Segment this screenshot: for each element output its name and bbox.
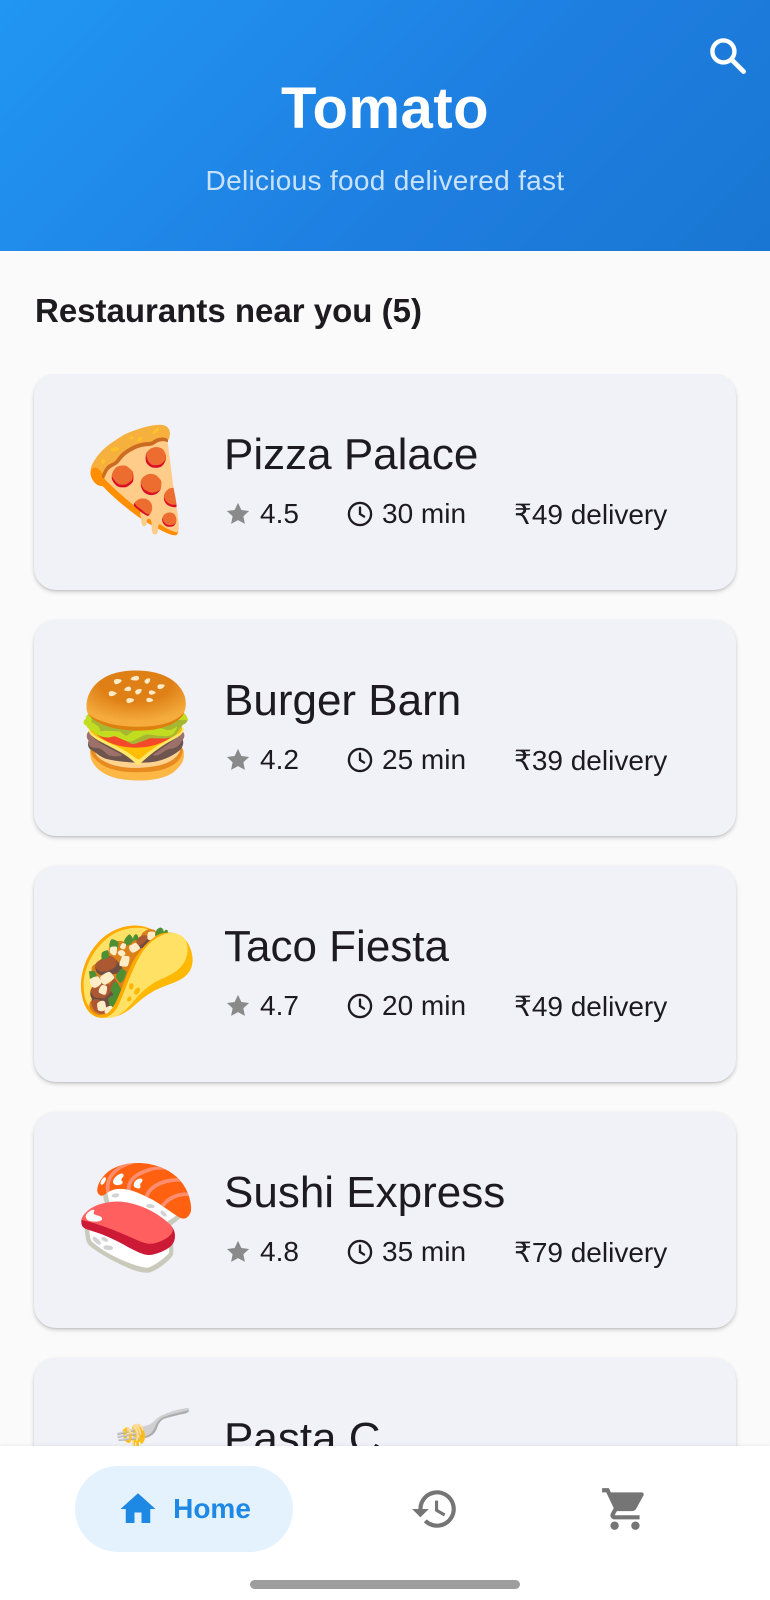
home-icon: [120, 1493, 156, 1523]
taco-icon: 🌮: [74, 916, 199, 1028]
section-title: Restaurants near you (5): [35, 292, 422, 329]
nav-home-button[interactable]: Home: [75, 1466, 293, 1552]
rating: 4.2: [224, 744, 346, 776]
time-value: 20 min: [382, 990, 467, 1021]
app-header: Tomato Delicious food delivered fast: [0, 0, 770, 251]
restaurant-card[interactable]: 🍕 Pizza Palace 4.5 30 min ₹49 delivery: [34, 374, 736, 590]
delivery-time: 20 min: [346, 990, 514, 1022]
delivery-fee: ₹49 delivery: [514, 990, 668, 1022]
restaurant-name: Pizza Palace: [224, 430, 479, 479]
rating-value: 4.2: [260, 744, 299, 775]
restaurant-name: Taco Fiesta: [224, 922, 449, 971]
restaurant-card[interactable]: 🍣 Sushi Express 4.8 35 min ₹79 delivery: [34, 1112, 736, 1328]
restaurant-meta: 4.5 30 min ₹49 delivery: [224, 496, 667, 532]
nav-home-label: Home: [173, 1493, 251, 1524]
restaurant-name: Sushi Express: [224, 1168, 506, 1217]
bottom-navigation: Home: [0, 1446, 770, 1600]
search-button[interactable]: [702, 30, 754, 82]
restaurant-card[interactable]: 🌮 Taco Fiesta 4.7 20 min ₹49 delivery: [34, 866, 736, 1082]
restaurant-meta: 4.8 35 min ₹79 delivery: [224, 1234, 667, 1270]
star-icon: [224, 746, 252, 774]
burger-icon: 🍔: [74, 670, 199, 782]
rating-value: 4.8: [260, 1236, 299, 1267]
delivery-fee: ₹49 delivery: [514, 498, 668, 530]
app-subtitle: Delicious food delivered fast: [205, 165, 565, 196]
home-indicator[interactable]: [250, 1580, 520, 1589]
time-value: 30 min: [382, 498, 467, 529]
restaurant-name: Burger Barn: [224, 676, 462, 725]
star-icon: [224, 500, 252, 528]
star-icon: [224, 1238, 252, 1266]
delivery-fee: ₹39 delivery: [514, 744, 668, 776]
time-value: 25 min: [382, 744, 467, 775]
pasta-icon: 🍝: [74, 1404, 199, 1446]
restaurant-name: Pasta C: [224, 1414, 381, 1446]
pizza-icon: 🍕: [74, 424, 199, 536]
clock-icon: [346, 500, 374, 528]
restaurant-meta: 4.2 25 min ₹39 delivery: [224, 742, 667, 778]
rating: 4.5: [224, 498, 346, 530]
clock-icon: [346, 992, 374, 1020]
rating: 4.7: [224, 990, 346, 1022]
delivery-time: 25 min: [346, 744, 514, 776]
clock-icon: [346, 1238, 374, 1266]
sushi-icon: 🍣: [74, 1162, 199, 1274]
cart-icon: [602, 1488, 644, 1530]
history-icon: [412, 1490, 456, 1528]
delivery-time: 35 min: [346, 1236, 514, 1268]
delivery-fee: ₹79 delivery: [514, 1236, 668, 1268]
restaurant-card[interactable]: 🍔 Burger Barn 4.2 25 min ₹39 delivery: [34, 620, 736, 836]
restaurant-meta: 4.7 20 min ₹49 delivery: [224, 988, 667, 1024]
star-icon: [224, 992, 252, 1020]
nav-history-button[interactable]: [406, 1480, 464, 1538]
nav-cart-button[interactable]: [596, 1480, 654, 1538]
rating: 4.8: [224, 1236, 346, 1268]
restaurant-card[interactable]: 🍝 Pasta C: [34, 1358, 736, 1446]
time-value: 35 min: [382, 1236, 467, 1267]
app-title: Tomato: [280, 76, 490, 141]
search-icon: [710, 38, 746, 74]
rating-value: 4.5: [260, 498, 299, 529]
clock-icon: [346, 746, 374, 774]
rating-value: 4.7: [260, 990, 299, 1021]
delivery-time: 30 min: [346, 498, 514, 530]
restaurant-list[interactable]: 🍕 Pizza Palace 4.5 30 min ₹49 delivery 🍔…: [0, 374, 770, 1446]
